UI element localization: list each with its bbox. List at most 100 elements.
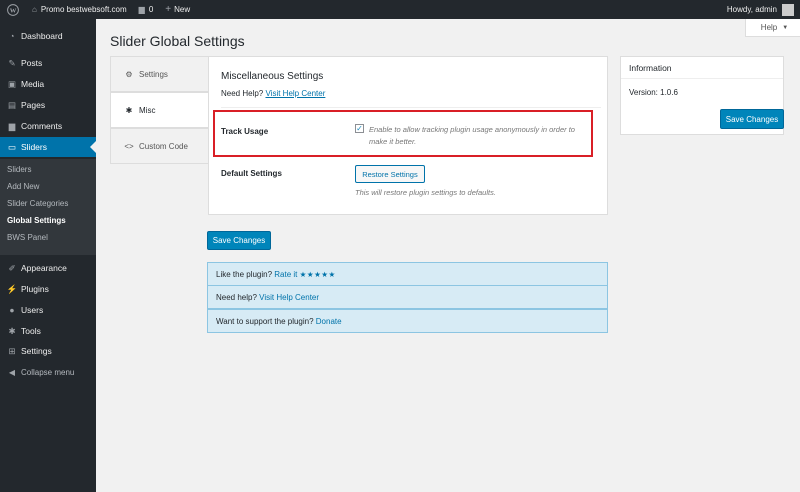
default-settings-label: Default Settings: [221, 169, 282, 178]
sidebar-item-label: Comments: [21, 121, 63, 131]
home-icon: ⌂: [32, 5, 37, 14]
site-name: Promo bestwebsoft.com: [40, 5, 127, 14]
submenu-item-add-new[interactable]: Add New: [7, 182, 39, 191]
settings-icon: ⊞: [8, 345, 16, 356]
track-usage-label: Track Usage: [221, 127, 269, 136]
gear-icon: ⚙: [125, 69, 133, 79]
howdy-text: Howdy, admin: [726, 5, 777, 14]
tab-custom-code[interactable]: <> Custom Code: [110, 128, 209, 164]
support-plugin-row: Want to support the plugin? Donate: [207, 309, 608, 333]
collapse-icon: ◀: [8, 367, 16, 377]
my-account-link[interactable]: Howdy, admin: [721, 0, 800, 19]
tab-label: Misc: [139, 105, 156, 115]
sidebar-item-label: Settings: [21, 346, 52, 356]
sidebar-item-users[interactable]: ● Users: [0, 300, 96, 320]
admin-bar: W ⌂ Promo bestwebsoft.com ▆ 0 + New Howd…: [0, 0, 800, 19]
donate-link[interactable]: Donate: [316, 317, 342, 326]
information-title: Information: [621, 57, 783, 79]
help-center-link[interactable]: Visit Help Center: [265, 89, 325, 98]
tab-label: Custom Code: [139, 141, 188, 151]
information-box: Information Version: 1.0.6 Save Changes: [620, 56, 784, 135]
sidebar-item-media[interactable]: ▣ Media: [0, 74, 96, 94]
sidebar-item-plugins[interactable]: ⚡ Plugins: [0, 279, 96, 299]
brush-icon: ✐: [8, 262, 16, 273]
visit-help-center-link[interactable]: Visit Help Center: [259, 293, 319, 302]
sidebar-item-label: Appearance: [21, 263, 67, 273]
site-name-link[interactable]: ⌂ Promo bestwebsoft.com: [26, 0, 133, 19]
help-prefix: Need help?: [216, 292, 257, 302]
svg-text:W: W: [10, 7, 17, 14]
sidebar-item-dashboard[interactable]: ◔ Dashboard: [0, 26, 96, 46]
sidebar-item-label: Media: [21, 79, 45, 89]
sidebar-item-pages[interactable]: ▤ Pages: [0, 95, 96, 115]
sidebar-item-posts[interactable]: ✎ Posts: [0, 53, 96, 73]
comment-icon: ▆: [138, 5, 145, 14]
pages-icon: ▤: [7, 99, 17, 110]
tab-misc[interactable]: ✱ Misc: [110, 92, 209, 128]
new-label: New: [174, 5, 191, 14]
wrench-icon: ✱: [125, 105, 133, 115]
checkmark-icon: ✓: [356, 123, 363, 133]
restore-description: This will restore plugin settings to def…: [355, 188, 496, 197]
sidebar-item-label: Users: [21, 305, 44, 315]
chevron-down-icon: ▼: [782, 24, 789, 31]
media-icon: ▣: [7, 78, 17, 89]
misc-settings-content: Miscellaneous Settings Need Help? Visit …: [208, 56, 608, 215]
avatar: [782, 3, 794, 16]
support-prefix: Want to support the plugin?: [216, 316, 314, 326]
collapse-menu-button[interactable]: ◀ Collapse menu: [0, 362, 96, 382]
track-usage-description: Enable to allow tracking plugin usage an…: [369, 125, 575, 146]
new-content-link[interactable]: + New: [159, 0, 196, 19]
users-icon: ●: [9, 305, 15, 315]
dashboard-icon: ◔: [9, 31, 15, 41]
admin-sidebar: ◔ Dashboard ✎ Posts ▣ Media ▤ Pages ▆ Co…: [0, 19, 96, 492]
plus-icon: +: [165, 4, 172, 15]
sidebar-item-sliders[interactable]: ▭ Sliders: [0, 137, 96, 157]
info-save-changes-button[interactable]: Save Changes: [720, 109, 784, 129]
comment-icon: ▆: [8, 120, 16, 131]
sidebar-item-label: Pages: [21, 100, 46, 110]
sidebar-item-tools[interactable]: ✱ Tools: [0, 321, 96, 341]
sidebar-item-label: Plugins: [21, 284, 49, 294]
sidebar-item-settings[interactable]: ⊞ Settings: [0, 341, 96, 361]
restore-settings-button[interactable]: Restore Settings: [355, 165, 425, 183]
submenu-item-global-settings[interactable]: Global Settings: [7, 216, 66, 225]
wrench-icon: ✱: [8, 325, 16, 336]
active-arrow: [90, 141, 96, 153]
sidebar-item-label: Collapse menu: [21, 367, 75, 377]
sidebar-item-comments[interactable]: ▆ Comments: [0, 116, 96, 136]
help-tab-button[interactable]: Help ▼: [745, 19, 800, 37]
tab-settings[interactable]: ⚙ Settings: [110, 56, 209, 92]
submenu-item-bws-panel[interactable]: BWS Panel: [7, 233, 48, 242]
comments-link[interactable]: ▆ 0: [133, 0, 160, 19]
submenu-item-sliders[interactable]: Sliders: [7, 165, 31, 174]
rate-plugin-row: Like the plugin? Rate it ★★★★★: [207, 262, 608, 286]
plugin-promo: Like the plugin? Rate it ★★★★★ Need help…: [207, 262, 608, 334]
version-text: Version: 1.0.6: [629, 88, 678, 97]
sidebar-item-label: Tools: [21, 326, 41, 336]
track-usage-checkbox[interactable]: ✓: [355, 124, 364, 133]
wordpress-logo-icon[interactable]: W: [0, 0, 26, 19]
divider: [221, 107, 601, 108]
pin-icon: ✎: [8, 57, 16, 68]
rate-it-link[interactable]: Rate it: [274, 270, 297, 279]
comments-count: 0: [148, 5, 154, 14]
sidebar-item-label: Dashboard: [21, 31, 63, 41]
sidebar-item-appearance[interactable]: ✐ Appearance: [0, 258, 96, 278]
need-help-prefix: Need Help?: [221, 89, 264, 98]
plug-icon: ⚡: [6, 283, 18, 294]
section-title: Miscellaneous Settings: [221, 71, 324, 82]
tab-label: Settings: [139, 69, 168, 79]
need-help-row: Need help? Visit Help Center: [207, 285, 608, 309]
need-help-text: Need Help? Visit Help Center: [221, 89, 325, 98]
rate-prefix: Like the plugin?: [216, 269, 273, 279]
help-label: Help: [760, 23, 778, 32]
slider-icon: ▭: [7, 141, 17, 152]
submenu-item-slider-categories[interactable]: Slider Categories: [7, 199, 68, 208]
save-changes-button[interactable]: Save Changes: [207, 231, 271, 250]
sidebar-item-label: Sliders: [21, 142, 47, 152]
page-title: Slider Global Settings: [110, 33, 245, 49]
stars-icon[interactable]: ★★★★★: [300, 270, 336, 279]
settings-tabs-panel: ⚙ Settings ✱ Misc <> Custom Code Miscell…: [110, 56, 608, 215]
sliders-submenu: Sliders Add New Slider Categories Global…: [0, 159, 96, 255]
